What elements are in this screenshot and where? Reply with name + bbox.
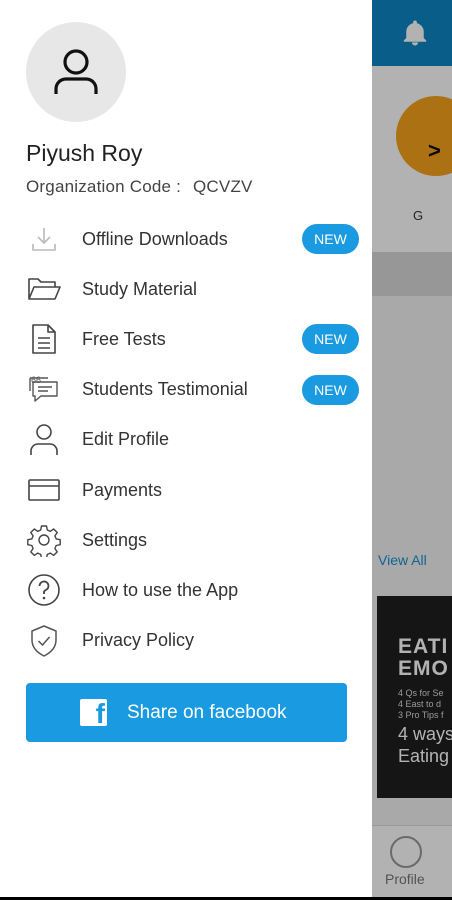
download-icon — [26, 221, 62, 257]
card-icon — [26, 472, 62, 508]
user-name: Piyush Roy — [26, 140, 143, 166]
menu-item-offline-downloads[interactable]: Offline Downloads NEW — [0, 214, 372, 264]
help-icon — [26, 572, 62, 608]
menu-item-label: Study Material — [82, 278, 198, 299]
menu-item-edit-profile[interactable]: Edit Profile — [0, 415, 372, 465]
menu-item-privacy-policy[interactable]: Privacy Policy — [0, 616, 372, 666]
menu-item-settings[interactable]: Settings — [0, 515, 372, 565]
menu-item-students-testimonial[interactable]: 66 Students Testimonial NEW — [0, 365, 372, 415]
menu-item-label: Students Testimonial — [82, 379, 248, 400]
chat-quote-icon: 66 — [26, 372, 62, 408]
avatar[interactable] — [26, 22, 126, 122]
new-badge: NEW — [302, 224, 359, 255]
shield-icon — [26, 623, 62, 659]
user-avatar-icon — [54, 49, 98, 94]
menu-item-how-to-use[interactable]: How to use the App — [0, 565, 372, 615]
svg-text:66: 66 — [31, 375, 41, 385]
drawer-menu: Offline Downloads NEW Study Material Fre… — [0, 214, 372, 666]
menu-item-label: How to use the App — [82, 579, 239, 600]
organization-code-row: Organization Code : QCVZV — [26, 177, 253, 197]
person-icon — [26, 422, 62, 458]
share-facebook-label: Share on facebook — [127, 702, 287, 723]
gear-icon — [26, 522, 62, 558]
facebook-icon: f — [80, 699, 107, 726]
menu-item-label: Privacy Policy — [82, 630, 195, 651]
menu-item-label: Payments — [82, 479, 163, 500]
new-badge: NEW — [302, 374, 359, 405]
menu-item-study-material[interactable]: Study Material — [0, 264, 372, 314]
menu-item-label: Edit Profile — [82, 429, 170, 450]
menu-item-label: Free Tests — [82, 328, 166, 349]
folder-icon — [26, 271, 62, 307]
document-icon — [26, 321, 62, 357]
menu-item-label: Offline Downloads — [82, 228, 228, 249]
menu-item-label: Settings — [82, 529, 148, 550]
org-label: Organization Code : — [26, 177, 181, 196]
menu-item-free-tests[interactable]: Free Tests NEW — [0, 314, 372, 364]
org-code: QCVZV — [193, 177, 253, 196]
navigation-drawer: Piyush Roy Organization Code : QCVZV Offl… — [0, 0, 372, 897]
new-badge: NEW — [302, 324, 359, 355]
menu-item-payments[interactable]: Payments — [0, 465, 372, 515]
share-facebook-button[interactable]: f Share on facebook — [26, 683, 347, 742]
